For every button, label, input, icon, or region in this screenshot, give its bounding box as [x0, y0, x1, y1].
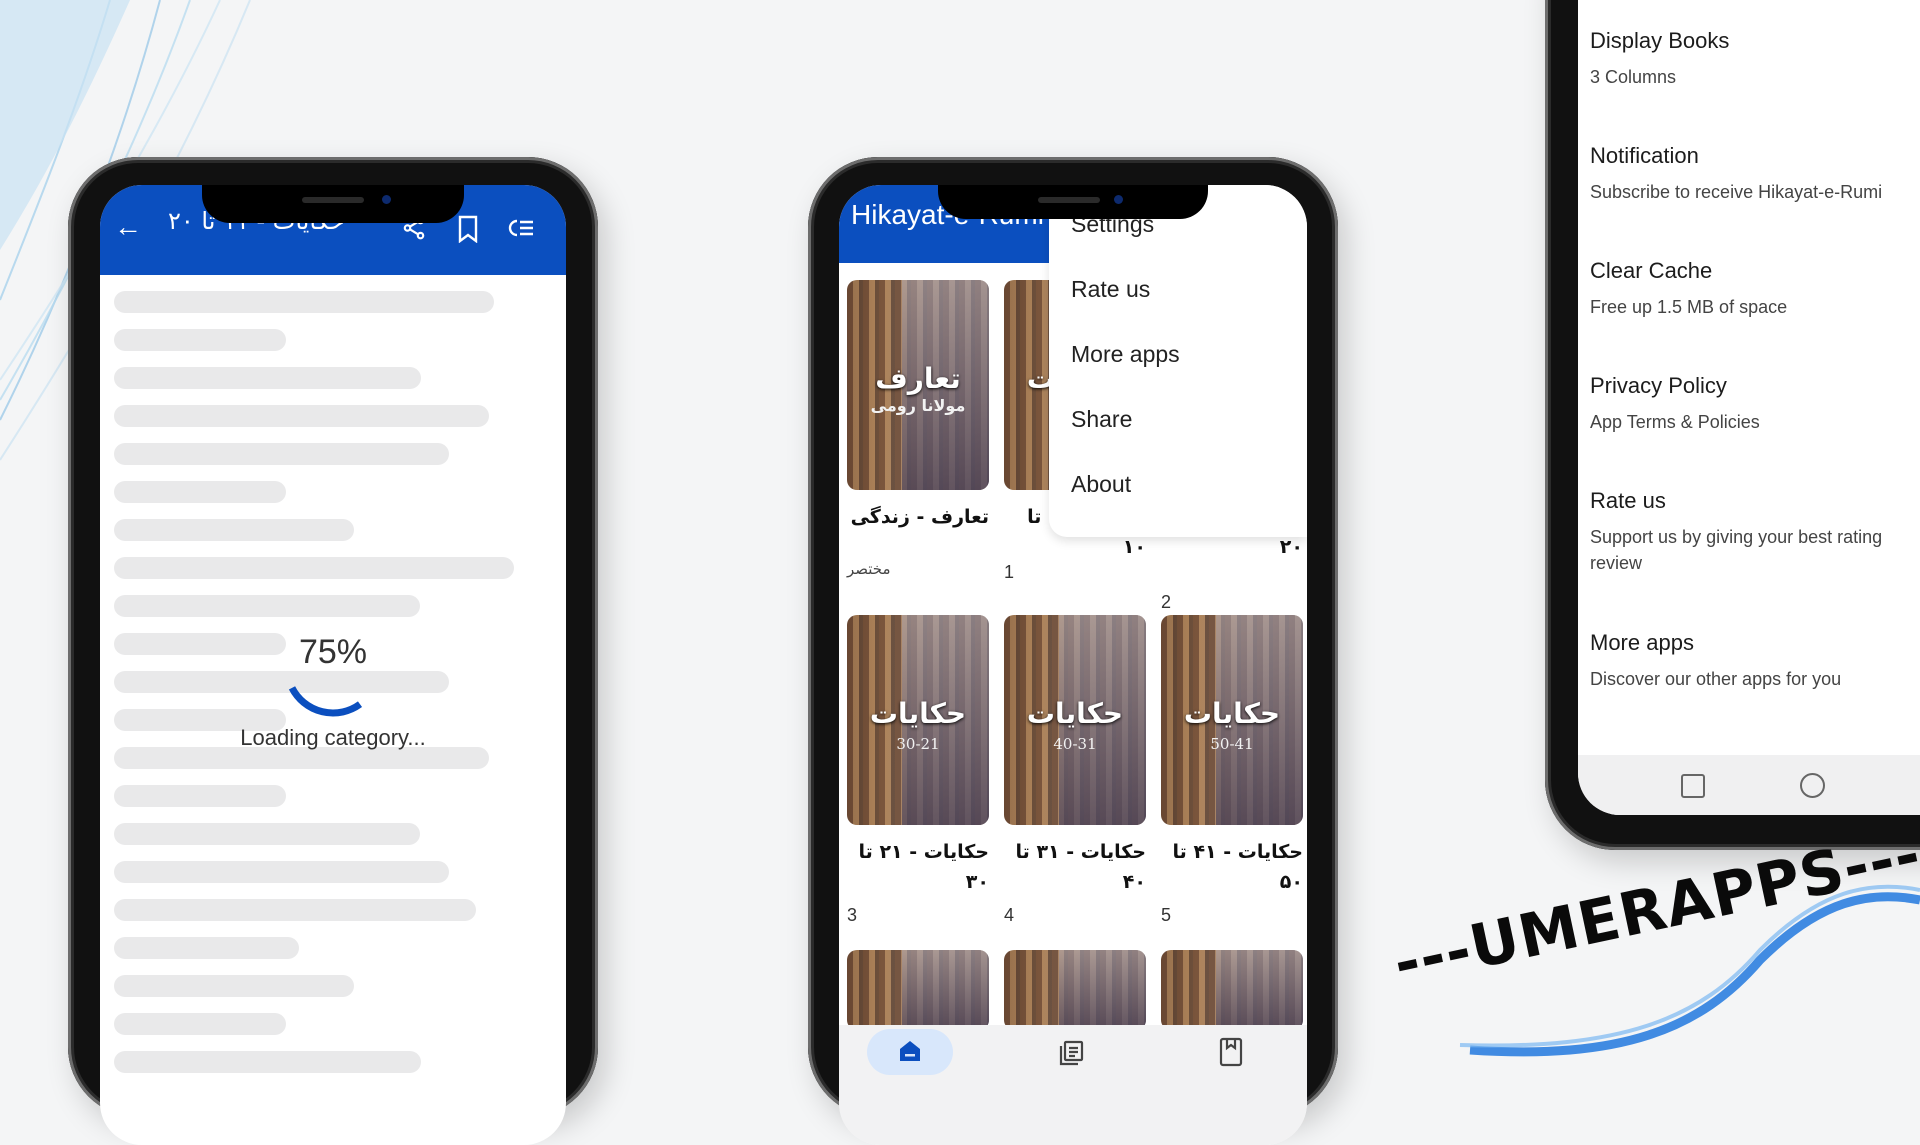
cover-title: حکایات [1183, 697, 1281, 730]
phone-notch [202, 185, 464, 223]
menu-item-rate-us[interactable]: Rate us [1071, 276, 1150, 303]
home-icon [900, 1041, 920, 1061]
book-number: 5 [1161, 905, 1172, 925]
home-button-icon[interactable] [1800, 773, 1825, 798]
loading-status-text: Loading category... [240, 725, 426, 750]
back-arrow-icon[interactable]: ← [110, 213, 146, 249]
bookmark-book-icon [1219, 1037, 1243, 1067]
book-cover[interactable]: حکایات 30-21 [847, 615, 989, 825]
bookmark-icon[interactable] [450, 215, 486, 251]
reader-screen: ← حکایات - ۱۱ تا ۲۰ [100, 185, 566, 1145]
cover-subtitle: 30-21 [896, 735, 940, 753]
phone-settings: Display Books 3 Columns Notification Sub… [1545, 0, 1920, 850]
settings-screen: Display Books 3 Columns Notification Sub… [1578, 0, 1920, 815]
setting-title: Notification [1590, 143, 1699, 168]
book-number: 1 [1004, 562, 1015, 582]
nav-home-button[interactable] [867, 1029, 953, 1075]
book-cover[interactable]: تعارف مولانا رومی [847, 280, 989, 490]
setting-subtitle-line2: review [1590, 553, 1643, 573]
book-cover[interactable]: حکایات 50-41 [1161, 615, 1303, 825]
recents-button-icon[interactable] [1681, 774, 1705, 798]
library-icon [1059, 1040, 1084, 1066]
setting-title: Clear Cache [1590, 258, 1713, 283]
setting-subtitle: Support us by giving your best rating [1590, 527, 1883, 547]
book-cover[interactable] [1161, 950, 1303, 1030]
cover-subtitle: 40-31 [1053, 735, 1097, 753]
book-title: حکایات - ۴۱ تا ۵۰ [1172, 841, 1303, 893]
cover-subtitle: مولانا رومی [870, 396, 966, 415]
menu-item-about[interactable]: About [1071, 471, 1131, 498]
book-cover[interactable] [847, 950, 989, 1030]
cover-title: تعارف [875, 362, 961, 395]
setting-subtitle: App Terms & Policies [1590, 412, 1760, 432]
nav-library-button[interactable] [1057, 1039, 1087, 1069]
book-cover[interactable]: حکایات 40-31 [1004, 615, 1146, 825]
setting-title: Display Books [1590, 28, 1730, 53]
phone-reader-loading: ← حکایات - ۱۱ تا ۲۰ [68, 157, 598, 1145]
book-title: تعارف - زندگی [850, 506, 989, 528]
overflow-menu: Settings Rate us More apps Share About [1049, 185, 1307, 537]
menu-item-share[interactable]: Share [1071, 406, 1132, 433]
book-number: 4 [1004, 905, 1015, 925]
book-number: 3 [847, 905, 858, 925]
book-cover[interactable] [1004, 950, 1146, 1030]
setting-title: More apps [1590, 630, 1694, 655]
setting-title: Privacy Policy [1590, 373, 1727, 398]
system-navigation-bar [1578, 755, 1920, 815]
nav-bookmarks-button[interactable] [1219, 1037, 1249, 1069]
bottom-navigation [839, 1025, 1307, 1145]
cover-title: حکایات [1026, 697, 1124, 730]
progress-arc-spinner [288, 686, 363, 717]
setting-subtitle: Free up 1.5 MB of space [1590, 297, 1788, 317]
phone-book-list: Hikayat-e-Rumi تعارف مولانا رومی تعارف - … [808, 157, 1338, 1145]
phone-notch [938, 185, 1208, 219]
setting-subtitle: Subscribe to receive Hikayat-e-Rumi [1590, 182, 1883, 202]
menu-item-more-apps[interactable]: More apps [1071, 341, 1180, 368]
book-subtitle: مختصر [847, 560, 891, 578]
table-of-contents-icon[interactable] [502, 215, 538, 251]
book-number: 2 [1161, 592, 1172, 612]
setting-title: Rate us [1590, 488, 1666, 513]
home-screen: Hikayat-e-Rumi تعارف مولانا رومی تعارف - … [839, 185, 1307, 1145]
setting-subtitle: Discover our other apps for you [1590, 669, 1842, 689]
cover-subtitle: 50-41 [1210, 735, 1254, 753]
book-title: حکایات - ۲۱ تا ۳۰ [858, 841, 989, 893]
cover-title: حکایات [869, 697, 967, 730]
setting-subtitle: 3 Columns [1590, 67, 1677, 87]
book-title: حکایات - ۳۱ تا ۴۰ [1015, 841, 1146, 893]
